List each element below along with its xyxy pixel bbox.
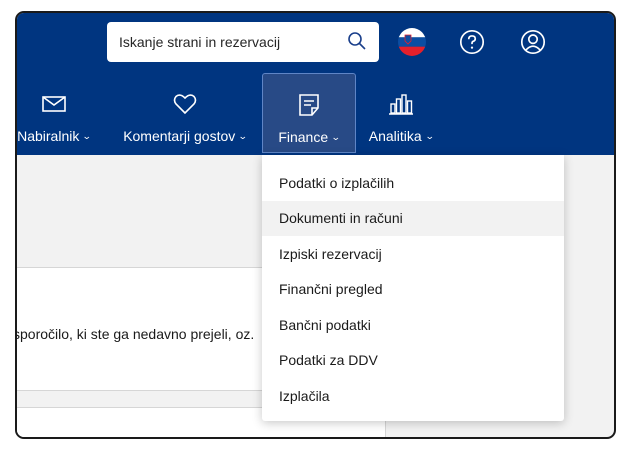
nav-item-guest-reviews[interactable]: Komentarji gostov ⌄: [113, 73, 257, 153]
chevron-down-icon: ⌄: [238, 130, 248, 141]
nav-label-guest-reviews: Komentarji gostov: [123, 128, 236, 144]
search-icon[interactable]: [347, 31, 367, 54]
nav-item-finance[interactable]: Finance ⌄: [262, 73, 356, 153]
finance-dropdown-menu: Podatki o izplačilih Dokumenti in računi…: [262, 155, 564, 421]
menu-item-payouts[interactable]: Izplačila: [262, 378, 564, 414]
chevron-down-icon: ⌄: [82, 130, 93, 141]
account-icon[interactable]: [518, 27, 548, 57]
search-input[interactable]: Iskanje strani in rezervacij: [107, 22, 379, 62]
nav-label-analytics: Analitika: [368, 128, 422, 144]
menu-item-vat-details[interactable]: Podatki za DDV: [262, 343, 564, 379]
chevron-down-icon: ⌄: [330, 131, 341, 142]
search-placeholder: Iskanje strani in rezervacij: [119, 34, 281, 50]
menu-item-financial-overview[interactable]: Finančni pregled: [262, 272, 564, 308]
document-icon: [296, 92, 322, 121]
menu-item-reservation-statements[interactable]: Izpiski rezervacij: [262, 236, 564, 272]
top-header: Iskanje strani in rezervacij Nabiralnik ⌄: [17, 13, 614, 155]
language-flag-icon[interactable]: [398, 28, 426, 56]
nav-item-analytics[interactable]: Analitika ⌄: [361, 73, 441, 153]
nav-label-finance: Finance: [278, 129, 329, 145]
nav-item-inbox[interactable]: Nabiralnik ⌄: [17, 73, 96, 153]
message-preview[interactable]: sporočilo, ki ste ga nedavno prejeli, oz…: [17, 326, 254, 342]
menu-item-documents-invoices[interactable]: Dokumenti in računi: [262, 200, 564, 236]
chevron-down-icon: ⌄: [424, 130, 435, 141]
menu-item-payout-details[interactable]: Podatki o izplačilih: [262, 165, 564, 201]
heart-icon: [172, 91, 198, 120]
menu-item-bank-details[interactable]: Bančni podatki: [262, 307, 564, 343]
envelope-icon: [41, 91, 67, 120]
bar-chart-icon: [388, 91, 414, 120]
help-icon[interactable]: [457, 27, 487, 57]
nav-label-inbox: Nabiralnik: [17, 128, 80, 144]
app-window: Iskanje strani in rezervacij Nabiralnik ⌄: [15, 11, 616, 439]
